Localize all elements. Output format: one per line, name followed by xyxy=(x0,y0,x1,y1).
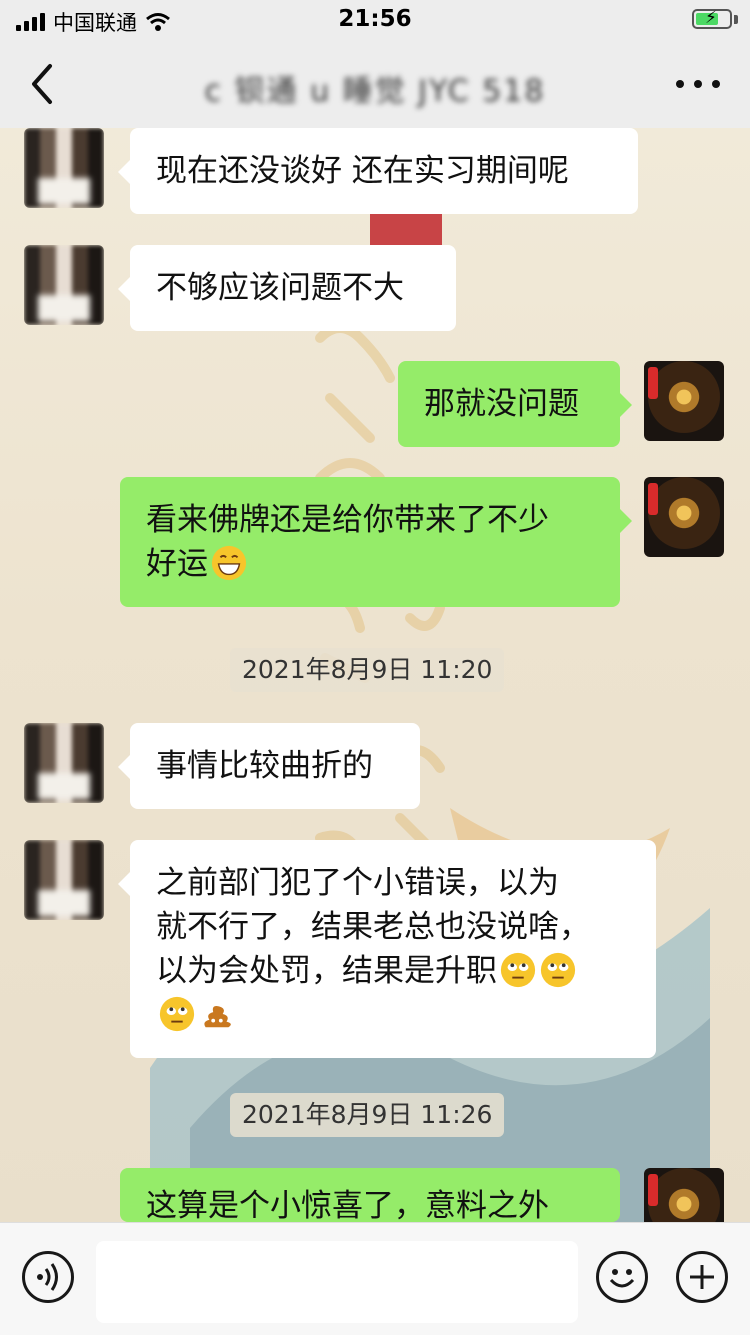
contact-avatar[interactable] xyxy=(24,723,104,803)
my-avatar[interactable] xyxy=(644,477,724,557)
avatar-image xyxy=(24,128,104,208)
voice-button[interactable] xyxy=(22,1251,74,1303)
avatar-detail xyxy=(648,483,658,515)
eye-roll-emoji-icon xyxy=(159,996,195,1032)
grin-emoji-icon xyxy=(211,545,247,581)
plus-button[interactable] xyxy=(676,1251,728,1303)
contact-avatar[interactable] xyxy=(24,245,104,325)
avatar-image xyxy=(644,477,724,557)
smile-icon xyxy=(609,1269,635,1288)
message-text: 事情比较曲折的 xyxy=(156,748,373,784)
avatar-image xyxy=(24,723,104,803)
received-message-bubble[interactable]: 现在还没谈好 还在实习期间呢 xyxy=(118,128,638,214)
status-time: 21:56 xyxy=(338,6,412,32)
message-text: 不够应该问题不大 xyxy=(156,270,404,306)
contact-avatar[interactable] xyxy=(24,128,104,208)
sent-message-bubble[interactable]: 这算是个小惊喜了，意料之外 xyxy=(120,1168,620,1222)
ellipsis-icon xyxy=(676,80,684,88)
avatar-image xyxy=(24,840,104,920)
input-bar xyxy=(0,1222,750,1335)
eye-roll-emoji-icon xyxy=(500,952,536,988)
timestamp: 2021年8月9日 11:20 xyxy=(230,648,505,692)
received-message-bubble[interactable]: 之前部门犯了个小错误，以为 就不行了，结果老总也没说啥， 以为会处罚，结果是升职 xyxy=(118,840,656,1058)
battery-cap xyxy=(734,15,738,24)
voice-icon xyxy=(37,1263,58,1291)
avatar-image xyxy=(24,245,104,325)
battery-icon: ⚡ xyxy=(692,8,732,29)
more-button[interactable] xyxy=(676,70,720,98)
message-text: 这算是个小惊喜了，意料之外 xyxy=(146,1188,549,1222)
avatar-detail xyxy=(648,367,658,399)
message-input[interactable] xyxy=(96,1241,578,1323)
received-message-bubble[interactable]: 不够应该问题不大 xyxy=(118,245,456,331)
status-bar: 中国联通 21:56 ⚡ xyxy=(0,0,750,40)
timestamp: 2021年8月9日 11:26 xyxy=(230,1093,505,1137)
eye-roll-emoji-icon xyxy=(540,952,576,988)
received-message-bubble[interactable]: 事情比较曲折的 xyxy=(118,723,420,809)
plus-icon xyxy=(690,1265,714,1289)
my-avatar[interactable] xyxy=(644,361,724,441)
sent-message-bubble[interactable]: 看来佛牌还是给你带来了不少 好运 xyxy=(120,477,632,607)
sent-message-bubble[interactable]: 那就没问题 xyxy=(398,361,632,447)
poop-emoji-icon xyxy=(204,1006,231,1028)
message-text: 那就没问题 xyxy=(424,386,579,422)
message-text: 现在还没谈好 还在实习期间呢 xyxy=(156,153,569,189)
nav-bar: c 钡通 u 睡觉 JYC 518 xyxy=(0,40,750,128)
message-text: 看来佛牌还是给你带来了不少 好运 xyxy=(146,502,549,582)
emoji-button[interactable] xyxy=(596,1251,648,1303)
chat-title: c 钡通 u 睡觉 JYC 518 xyxy=(204,74,546,109)
avatar-image xyxy=(644,361,724,441)
charging-icon: ⚡ xyxy=(705,8,717,28)
avatar-detail xyxy=(648,1174,658,1206)
contact-avatar[interactable] xyxy=(24,840,104,920)
